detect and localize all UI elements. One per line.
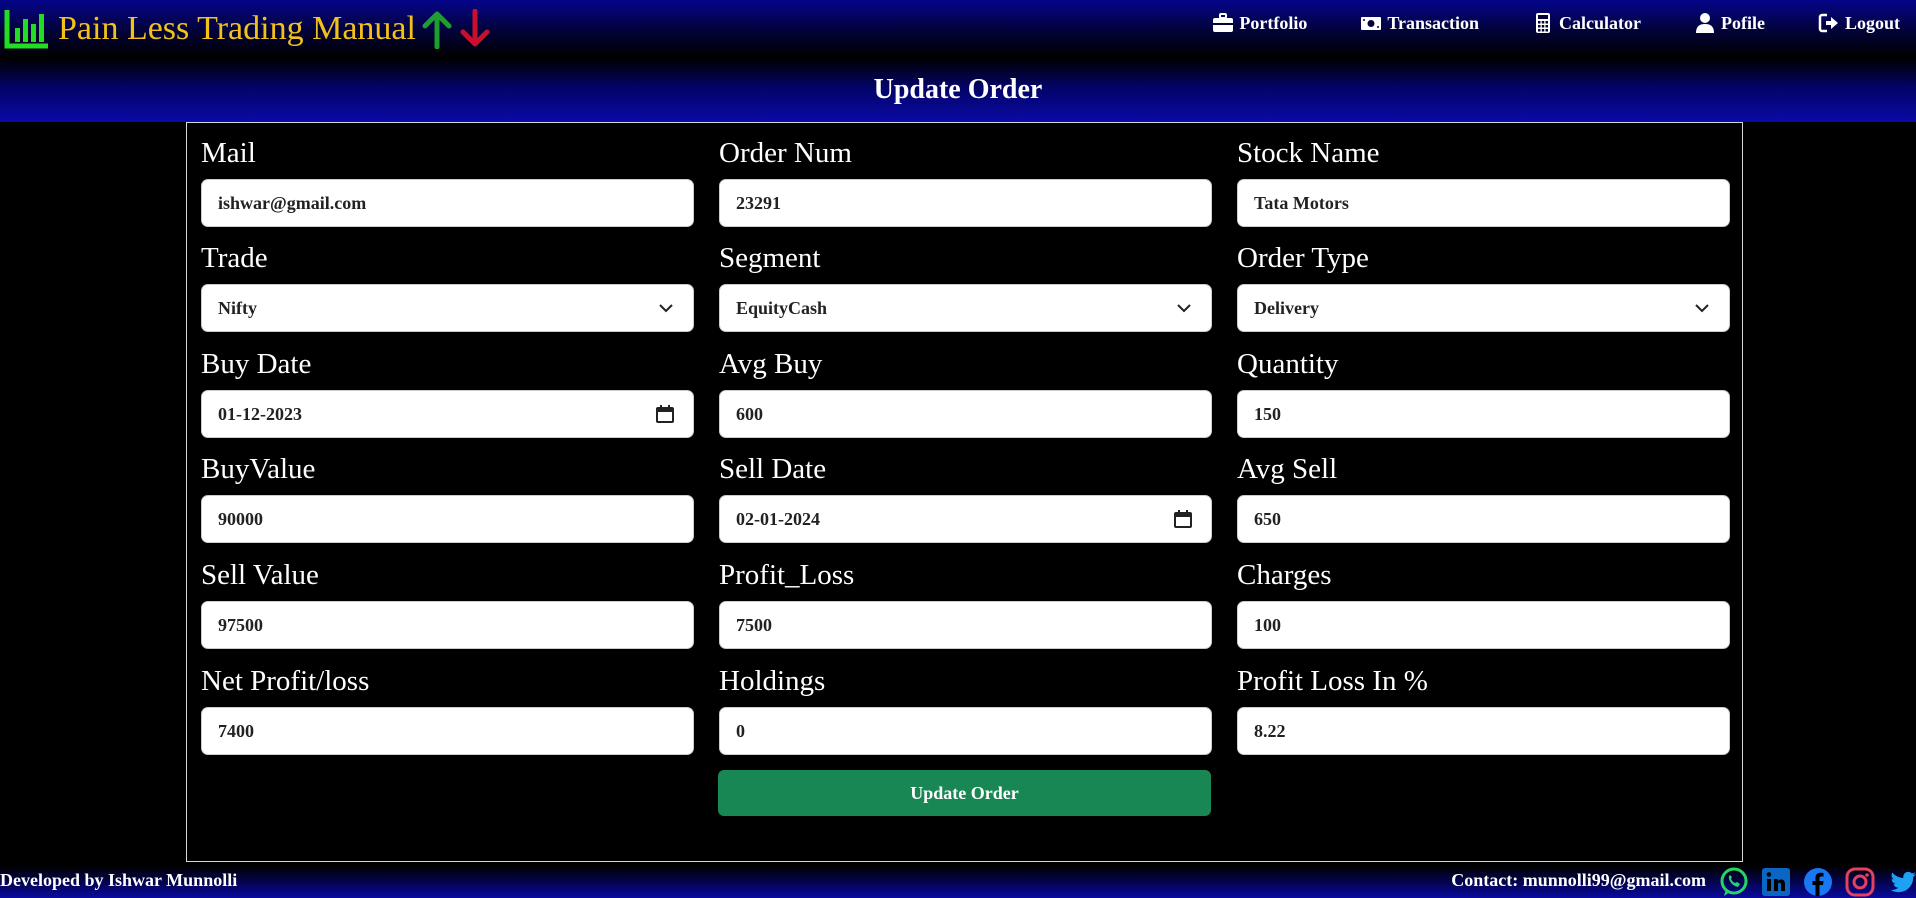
- segment-select[interactable]: EquityCash: [719, 284, 1212, 332]
- chart-bar-icon: [4, 10, 48, 49]
- facebook-icon[interactable]: [1802, 866, 1834, 898]
- holdings-field: Holdings 0: [719, 663, 1212, 755]
- profit-loss-pct-input[interactable]: 8.22: [1237, 707, 1730, 755]
- order-num-label: Order Num: [719, 137, 852, 169]
- holdings-label: Holdings: [719, 665, 826, 697]
- sell-date-field: Sell Date 02-01-2024: [719, 451, 1212, 543]
- sell-value-input[interactable]: 97500: [201, 601, 694, 649]
- nav-calculator[interactable]: Calculator: [1532, 12, 1641, 34]
- mail-input[interactable]: ishwar@gmail.com: [201, 179, 694, 227]
- twitter-icon[interactable]: [1886, 866, 1916, 898]
- order-type-select-value: Delivery: [1254, 298, 1319, 318]
- chevron-down-icon: [1695, 304, 1709, 313]
- buy-value-field: BuyValue 90000: [201, 451, 694, 543]
- avg-buy-label: Avg Buy: [719, 348, 823, 380]
- charges-field: Charges 100: [1237, 557, 1730, 649]
- briefcase-icon: [1213, 13, 1234, 32]
- mail-field: Mail ishwar@gmail.com: [201, 135, 694, 227]
- buy-value-input[interactable]: 90000: [201, 495, 694, 543]
- page-header: Update Order: [0, 58, 1916, 122]
- stock-name-label: Stock Name: [1237, 137, 1380, 169]
- stock-name-input[interactable]: Tata Motors: [1237, 179, 1730, 227]
- net-profit-loss-label: Net Profit/loss: [201, 665, 370, 697]
- footer: Developed by Ishwar Munnolli Contact: mu…: [0, 866, 1916, 898]
- calculator-icon: [1536, 13, 1551, 33]
- nav-transaction[interactable]: Transaction: [1360, 12, 1479, 34]
- money-bill-icon: [1361, 17, 1382, 30]
- buy-value-label: BuyValue: [201, 453, 316, 485]
- user-icon: [1696, 13, 1714, 33]
- charges-input[interactable]: 100: [1237, 601, 1730, 649]
- buy-date-input[interactable]: 01-12-2023: [201, 390, 694, 438]
- quantity-input[interactable]: 150: [1237, 390, 1730, 438]
- segment-label: Segment: [719, 242, 821, 274]
- social-links: [1718, 866, 1916, 898]
- whatsapp-icon[interactable]: [1718, 866, 1750, 898]
- update-order-button[interactable]: Update Order: [718, 770, 1211, 816]
- profit-loss-label: Profit_Loss: [719, 559, 855, 591]
- nav-menu: Portfolio Transaction Calculator Pofile …: [1159, 12, 1900, 34]
- nav-profile-label: Pofile: [1721, 12, 1765, 33]
- trade-select-value: Nifty: [218, 298, 257, 318]
- trade-field: Trade Nifty: [201, 240, 694, 332]
- linkedin-icon[interactable]: [1760, 866, 1792, 898]
- buy-date-value: 01-12-2023: [218, 404, 302, 424]
- page-title: Update Order: [873, 74, 1043, 105]
- avg-buy-field: Avg Buy 600: [719, 346, 1212, 438]
- segment-select-value: EquityCash: [736, 298, 828, 318]
- avg-sell-label: Avg Sell: [1237, 453, 1338, 485]
- sell-date-label: Sell Date: [719, 453, 827, 485]
- top-navbar: Pain Less Trading Manual Portfolio Trans…: [0, 0, 1916, 58]
- nav-logout[interactable]: Logout: [1818, 12, 1900, 34]
- chevron-down-icon: [1177, 304, 1191, 313]
- buy-date-label: Buy Date: [201, 348, 312, 380]
- sell-value-field: Sell Value 97500: [201, 557, 694, 649]
- profit-loss-field: Profit_Loss 7500: [719, 557, 1212, 649]
- contact-email[interactable]: Contact: munnolli99@gmail.com: [1451, 870, 1706, 891]
- order-num-input[interactable]: 23291: [719, 179, 1212, 227]
- profit-loss-pct-field: Profit Loss In % 8.22: [1237, 663, 1730, 755]
- quantity-label: Quantity: [1237, 348, 1339, 380]
- chevron-down-icon: [659, 304, 673, 313]
- avg-sell-field: Avg Sell 650: [1237, 451, 1730, 543]
- sign-out-icon: [1818, 13, 1838, 33]
- arrow-down-icon: [460, 9, 490, 47]
- calendar-icon[interactable]: [655, 404, 675, 424]
- trade-label: Trade: [201, 242, 268, 274]
- profit-loss-input[interactable]: 7500: [719, 601, 1212, 649]
- holdings-input[interactable]: 0: [719, 707, 1212, 755]
- order-type-select[interactable]: Delivery: [1237, 284, 1730, 332]
- brand[interactable]: Pain Less Trading Manual: [4, 8, 492, 50]
- nav-logout-label: Logout: [1844, 12, 1900, 33]
- sell-value-label: Sell Value: [201, 559, 319, 591]
- developer-credit: Developed by Ishwar Munnolli: [0, 870, 238, 890]
- stock-name-field: Stock Name Tata Motors: [1237, 135, 1730, 227]
- segment-field: Segment EquityCash: [719, 240, 1212, 332]
- quantity-field: Quantity 150: [1237, 346, 1730, 438]
- net-profit-loss-field: Net Profit/loss 7400: [201, 663, 694, 755]
- avg-buy-input[interactable]: 600: [719, 390, 1212, 438]
- charges-label: Charges: [1237, 559, 1332, 591]
- nav-profile[interactable]: Pofile: [1694, 12, 1765, 34]
- net-profit-loss-input[interactable]: 7400: [201, 707, 694, 755]
- order-num-field: Order Num 23291: [719, 135, 1212, 227]
- brand-title: Pain Less Trading Manual: [58, 10, 416, 47]
- order-type-field: Order Type Delivery: [1237, 240, 1730, 332]
- arrow-up-icon: [422, 11, 452, 49]
- nav-portfolio-label: Portfolio: [1239, 12, 1308, 33]
- trade-select[interactable]: Nifty: [201, 284, 694, 332]
- mail-label: Mail: [201, 137, 256, 169]
- instagram-icon[interactable]: [1844, 866, 1876, 898]
- sell-date-value: 02-01-2024: [736, 509, 820, 529]
- order-type-label: Order Type: [1237, 242, 1369, 274]
- avg-sell-input[interactable]: 650: [1237, 495, 1730, 543]
- nav-calculator-label: Calculator: [1559, 12, 1641, 33]
- sell-date-input[interactable]: 02-01-2024: [719, 495, 1212, 543]
- calendar-icon[interactable]: [1173, 509, 1193, 529]
- nav-transaction-label: Transaction: [1387, 12, 1480, 33]
- profit-loss-pct-label: Profit Loss In %: [1237, 665, 1428, 697]
- update-order-form: Mail ishwar@gmail.com Order Num 23291 St…: [186, 122, 1743, 862]
- nav-portfolio[interactable]: Portfolio: [1212, 12, 1307, 34]
- buy-date-field: Buy Date 01-12-2023: [201, 346, 694, 438]
